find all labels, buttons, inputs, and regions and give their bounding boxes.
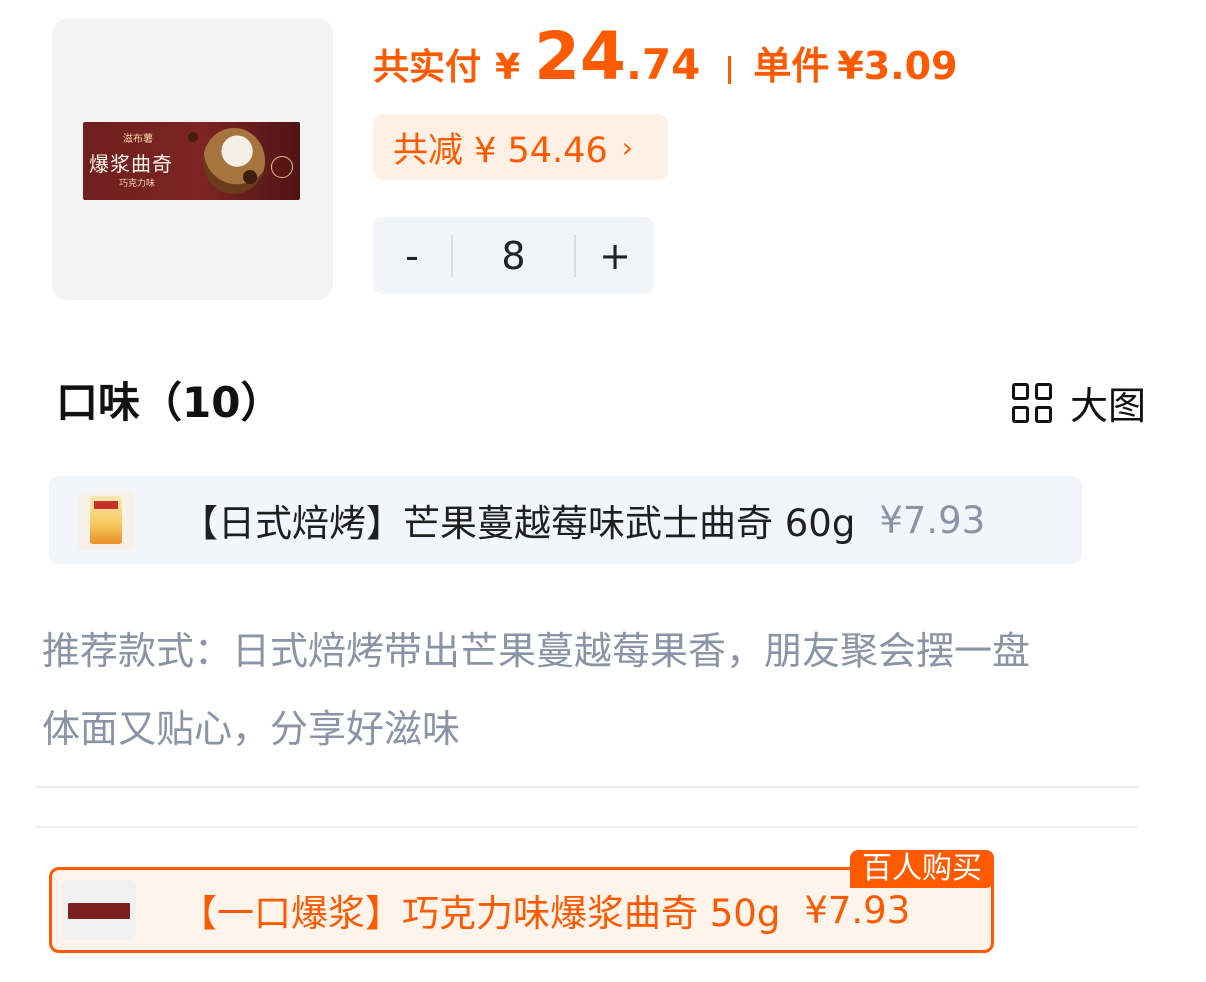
decrement-button[interactable]: - xyxy=(373,234,451,278)
option-name: 【一口爆浆】巧克力味爆浆曲奇 50g xyxy=(180,892,781,935)
option-price: ¥7.93 xyxy=(879,498,986,542)
pack-name: 爆浆曲奇 xyxy=(89,152,173,176)
flavor-section-title: 口味（10） xyxy=(56,378,283,427)
option-thumbnail xyxy=(62,880,136,940)
product-image[interactable]: 滋布薯 爆浆曲奇 巧克力味 xyxy=(52,18,333,300)
quantity-input[interactable]: 8 xyxy=(453,234,574,278)
large-view-label: 大图 xyxy=(1070,384,1147,428)
pack-badge xyxy=(271,156,293,178)
price-separator xyxy=(728,56,732,84)
cookie-pack-image xyxy=(68,903,130,919)
price-decimal: .74 xyxy=(625,40,701,89)
unit-price-value: ¥3.09 xyxy=(837,44,958,88)
option-thumbnail xyxy=(77,492,135,550)
recommendation-text: 推荐款式：日式焙烤带出芒果蔓越莓果香，朋友聚会摆一盘 体面又贴心，分享好滋味 xyxy=(42,612,1142,768)
option-price: ¥7.93 xyxy=(804,888,911,932)
cookie-bag-image xyxy=(90,496,122,544)
currency-symbol: ¥ xyxy=(495,47,521,88)
product-pack-image: 滋布薯 爆浆曲奇 巧克力味 xyxy=(83,122,300,200)
chocolate-chip xyxy=(243,170,257,184)
total-price-label: 共实付 xyxy=(373,47,482,88)
quantity-stepper: - 8 + xyxy=(373,217,654,294)
pack-brand: 滋布薯 xyxy=(123,134,153,145)
grid-icon xyxy=(1012,382,1052,423)
total-price-line: 共实付 ¥ 24 .74 单件 ¥3.09 xyxy=(373,18,958,98)
unit-price-label: 单件 xyxy=(753,44,830,88)
divider xyxy=(36,826,1138,828)
option-name: 【日式焙烤】芒果蔓越莓味武士曲奇 60g xyxy=(181,502,856,545)
flavor-option[interactable]: 【日式焙烤】芒果蔓越莓味武士曲奇 60g ¥7.93 xyxy=(49,476,1082,564)
increment-button[interactable]: + xyxy=(576,234,654,278)
recommendation-line: 体面又贴心，分享好滋味 xyxy=(42,707,461,751)
popular-badge: 百人购买 xyxy=(850,850,994,888)
discount-detail-button[interactable]: 共减 ¥ 54.46 › xyxy=(373,114,668,180)
discount-text: 共减 ¥ 54.46 xyxy=(393,130,608,171)
chocolate-chip xyxy=(188,132,198,142)
cookie-illustration xyxy=(203,128,265,194)
pack-flavor: 巧克力味 xyxy=(119,179,156,189)
chevron-right-icon: › xyxy=(621,130,633,164)
large-view-toggle[interactable]: 大图 xyxy=(1012,375,1146,430)
price-integer: 24 xyxy=(534,18,626,95)
divider xyxy=(36,786,1138,788)
recommendation-line: 推荐款式：日式焙烤带出芒果蔓越莓果香，朋友聚会摆一盘 xyxy=(42,629,1031,673)
